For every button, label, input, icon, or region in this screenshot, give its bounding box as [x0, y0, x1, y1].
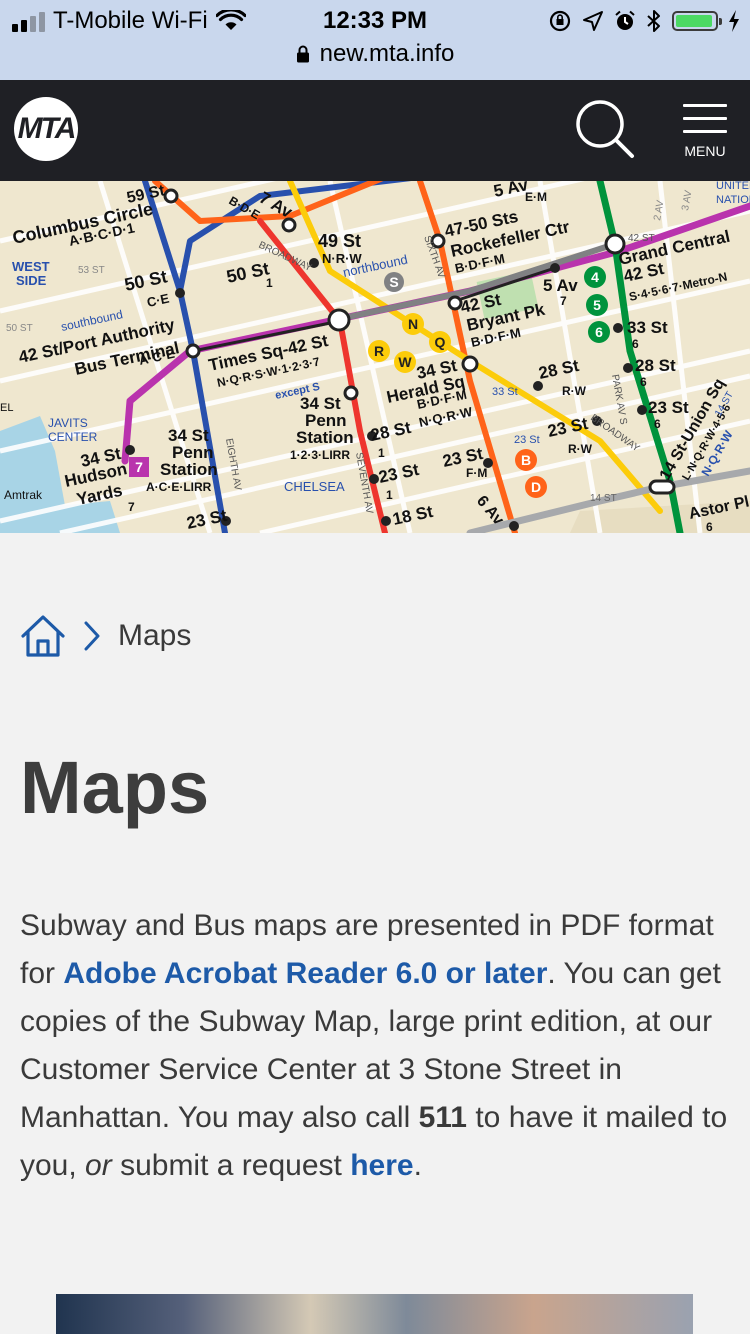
request-here-link[interactable]: here [350, 1149, 413, 1182]
map-label: 14 ST [590, 493, 617, 504]
mta-logo-text: MTA [17, 112, 77, 145]
breadcrumb: Maps [20, 608, 191, 664]
map-label: Station [296, 428, 354, 447]
orientation-lock-icon [549, 10, 571, 32]
map-label: CHELSEA [284, 479, 345, 494]
search-icon [576, 100, 634, 158]
url-text: new.mta.info [319, 40, 455, 67]
mta-logo[interactable]: MTA [14, 97, 78, 161]
w-bullet: W [398, 354, 412, 370]
bluetooth-icon [647, 10, 660, 32]
map-label: WEST [12, 259, 50, 274]
home-icon[interactable] [20, 614, 66, 658]
map-label: R·W [568, 442, 593, 456]
map-label: UNITED [716, 181, 750, 192]
phone-number: 511 [418, 1101, 467, 1134]
status-right [548, 6, 740, 36]
intro-text: . [413, 1149, 422, 1182]
map-label: 23 St [514, 434, 540, 446]
map-label: NATIONS [716, 194, 750, 206]
map-label: F·M [466, 466, 487, 480]
adobe-reader-link[interactable]: Adobe Acrobat Reader 6.0 or later [63, 957, 547, 990]
location-icon [583, 11, 603, 31]
alarm-icon [615, 10, 635, 30]
map-label: E·M [525, 190, 547, 204]
five-bullet: 5 [593, 297, 601, 313]
map-label: 7 [128, 500, 135, 514]
map-label: 49 St [318, 231, 361, 251]
intro-text: submit a request [111, 1149, 351, 1182]
map-label: 50 ST [6, 323, 33, 334]
map-label: 1 [266, 276, 273, 290]
map-label: Amtrak [4, 488, 43, 502]
map-label: EL [0, 402, 13, 414]
menu-button[interactable]: MENU [676, 104, 734, 164]
map-label: 23 St [648, 398, 689, 417]
map-label: CENTER [48, 430, 98, 444]
map-label: R·W [562, 384, 587, 398]
map-label: 42 ST [628, 233, 655, 244]
six-bullet: 6 [595, 324, 603, 340]
d-bullet: D [531, 479, 541, 495]
map-label: JAVITS [48, 416, 88, 430]
map-label: SIDE [16, 273, 47, 288]
seven-bullet: 7 [135, 459, 143, 475]
intro-or: or [85, 1149, 112, 1182]
status-bar: T-Mobile Wi-Fi 12:33 PM new.mta.info [0, 0, 750, 80]
map-label: 6 [640, 375, 647, 389]
subway-map-image: N Q R W 4 5 6 B D S 7 Columbus Circle A·… [0, 181, 750, 533]
map-label: A·C·E·LIRR [146, 480, 212, 494]
map-label: 6 [654, 417, 661, 431]
featured-photo [56, 1294, 693, 1334]
map-label: 7 [560, 294, 567, 308]
map-label: 1·2·3·LIRR [290, 448, 350, 462]
page-title: Maps [20, 746, 210, 829]
b-bullet: B [521, 452, 531, 468]
breadcrumb-current: Maps [118, 619, 192, 652]
hamburger-icon [676, 104, 734, 133]
s-bullet: S [389, 274, 398, 290]
map-label: 33 St [627, 318, 668, 337]
site-header: MTA MENU [0, 80, 750, 181]
battery-icon [672, 11, 722, 31]
map-label: 5 Av [543, 276, 578, 295]
intro-paragraph: Subway and Bus maps are presented in PDF… [20, 902, 732, 1190]
charging-icon [729, 10, 739, 32]
map-label: 28 St [635, 356, 676, 375]
menu-label: MENU [684, 143, 726, 159]
search-button[interactable] [572, 98, 638, 164]
map-label: Station [160, 460, 218, 479]
map-label: 1 [378, 446, 385, 460]
chevron-right-icon [84, 621, 100, 651]
lock-icon [296, 45, 309, 63]
map-label: 1 [386, 488, 393, 502]
map-label: 53 ST [78, 265, 105, 276]
address-bar[interactable]: new.mta.info [0, 38, 750, 70]
r-bullet: R [374, 343, 384, 359]
subway-map-banner: N Q R W 4 5 6 B D S 7 Columbus Circle A·… [0, 181, 750, 533]
battery-level [676, 15, 713, 27]
n-bullet: N [408, 316, 418, 332]
q-bullet: Q [435, 334, 446, 350]
map-label: 33 St [492, 386, 518, 398]
map-label: 6 [632, 337, 639, 351]
map-label: 6 [706, 520, 713, 533]
four-bullet: 4 [591, 269, 599, 285]
